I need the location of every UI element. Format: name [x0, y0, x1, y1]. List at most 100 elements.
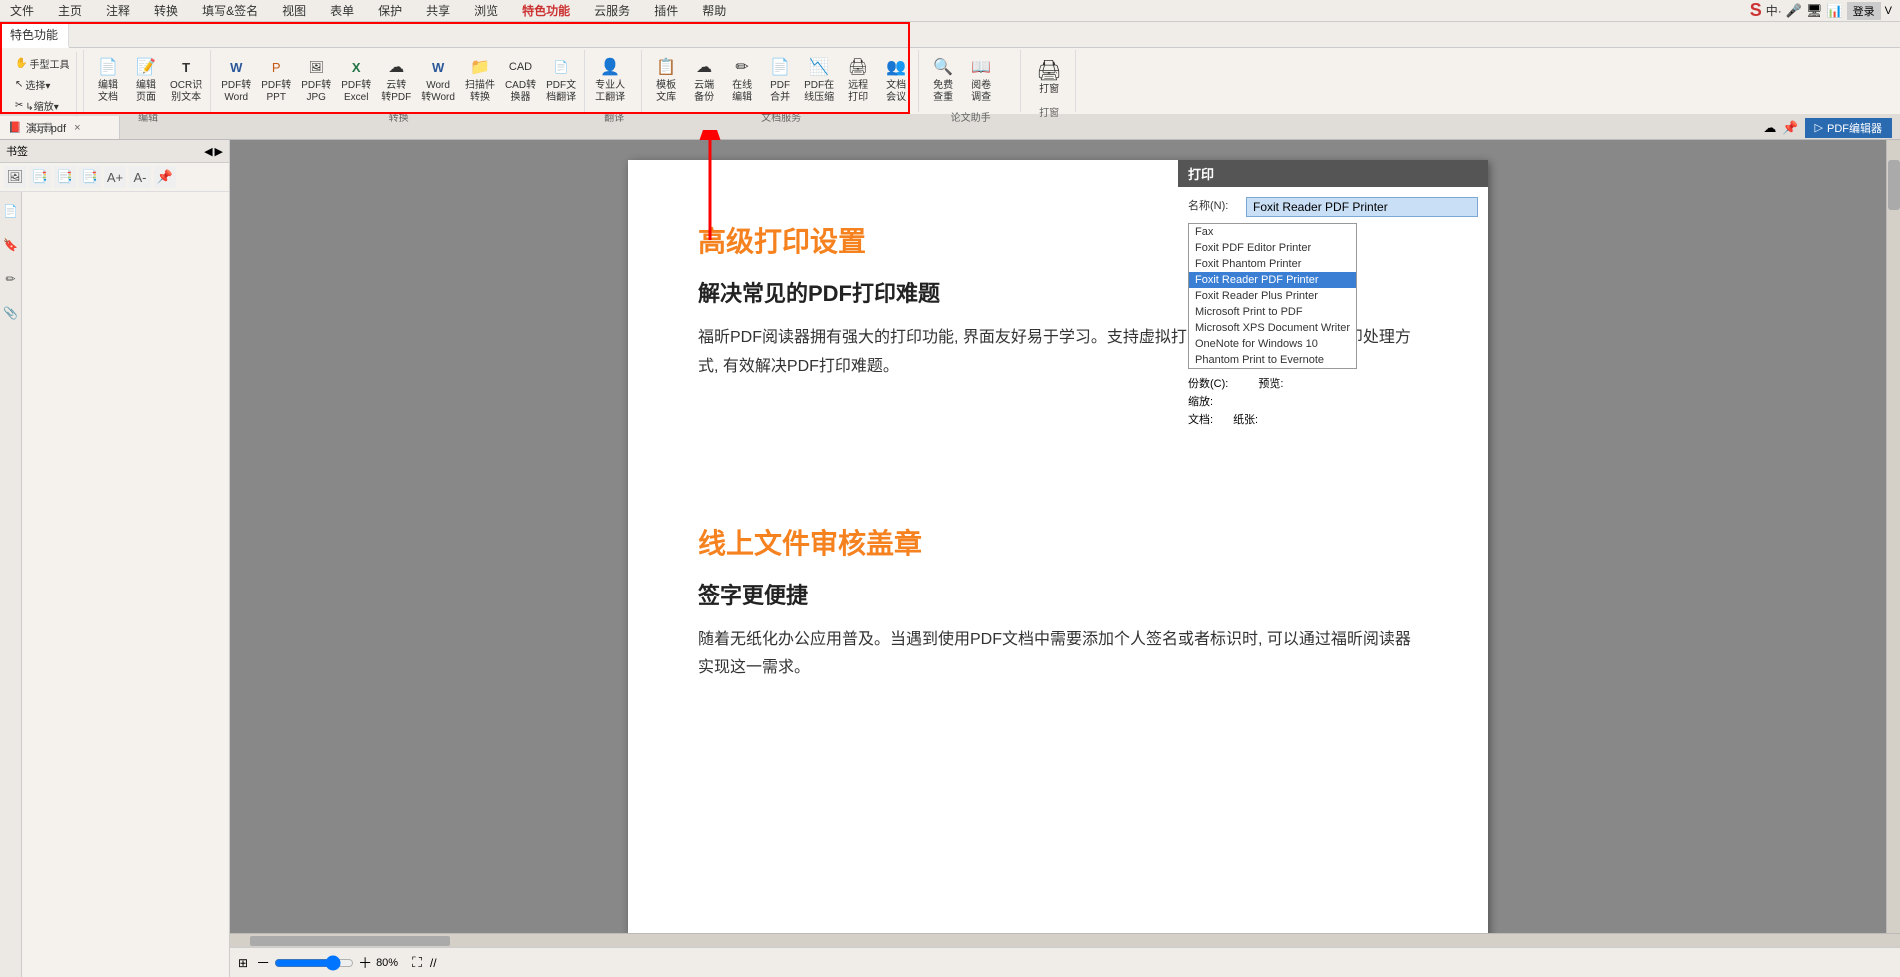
printer-item-onenote[interactable]: OneNote for Windows 10 — [1189, 336, 1356, 352]
sidebar-image-tool[interactable]: 🖼 — [4, 166, 26, 188]
chart-icon: 📊 — [1826, 3, 1842, 19]
doc-meeting-btn[interactable]: 👥 文档会议 — [878, 52, 914, 107]
sidebar-icon-bookmark[interactable]: 🔖 — [2, 230, 20, 260]
word-to-word-btn[interactable]: W Word转Word — [417, 52, 459, 107]
cloud-convert-btn[interactable]: ☁ 云转转PDF — [377, 52, 415, 107]
ocr-btn[interactable]: T OCR识别文本 — [166, 52, 206, 107]
zoom-plus-btn[interactable]: ＋ — [358, 953, 372, 973]
menu-item-help[interactable]: 帮助 — [696, 0, 732, 21]
menu-item-view[interactable]: 视图 — [276, 0, 312, 21]
pdf-editor-btn[interactable]: ▷ PDF编辑器 — [1805, 118, 1892, 138]
pdf-compress-btn[interactable]: 📉 PDF在线压缩 — [800, 52, 838, 107]
pdf-compress-label: PDF在线压缩 — [804, 80, 834, 104]
printer-item-foxit-plus[interactable]: Foxit Reader Plus Printer — [1189, 288, 1356, 304]
doc-meeting-icon: 👥 — [884, 55, 908, 79]
printer-item-foxit-reader[interactable]: Foxit Reader PDF Printer — [1189, 272, 1356, 288]
select-tool-btn[interactable]: ↖ 选择▾ — [12, 75, 72, 94]
print-zoom-label: 缩放: — [1188, 396, 1213, 408]
pro-translate-btn[interactable]: 👤 专业人工翻译 — [591, 52, 629, 107]
menu-item-share[interactable]: 共享 — [420, 0, 456, 21]
menu-item-sign[interactable]: 填写&签名 — [196, 0, 264, 21]
printer-item-phantom-evernote[interactable]: Phantom Print to Evernote — [1189, 352, 1356, 368]
pdf-to-ppt-btn[interactable]: P PDF转PPT — [257, 52, 295, 107]
pdf-to-jpg-btn[interactable]: 🖼 PDF转JPG — [297, 52, 335, 107]
menu-item-browse[interactable]: 浏览 — [468, 0, 504, 21]
edit-btn[interactable]: ✂ ↳缩放▾ — [12, 96, 72, 115]
sidebar-page-tool[interactable]: 📑 — [29, 166, 51, 188]
menu-item-convert[interactable]: 转换 — [148, 0, 184, 21]
menu-item-home[interactable]: 主页 — [52, 0, 88, 21]
sidebar-icon-attach[interactable]: 📎 — [2, 298, 20, 328]
pdf-to-word-btn[interactable]: W PDF转Word — [217, 52, 255, 107]
menu-item-form[interactable]: 表单 — [324, 0, 360, 21]
sidebar-page-tool3[interactable]: 📑 — [79, 166, 101, 188]
v-scrollbar-thumb[interactable] — [1888, 160, 1900, 210]
hand-tool-btn[interactable]: ✋ 手型工具 — [12, 54, 72, 73]
fullscreen-btn[interactable]: ⛶ — [412, 954, 422, 971]
pdf-to-excel-btn[interactable]: X PDF转Excel — [337, 52, 375, 107]
sidebar-font-larger[interactable]: A+ — [104, 166, 126, 188]
zoom-minus-btn[interactable]: － — [256, 953, 270, 973]
menu-item-cloud[interactable]: 云服务 — [588, 0, 636, 21]
print-btn-label: 打窗 — [1039, 84, 1059, 96]
sidebar-next-btn[interactable]: ▶ — [215, 145, 223, 158]
online-edit-btn[interactable]: ✏ 在线编辑 — [724, 52, 760, 107]
zoom-slider[interactable] — [274, 955, 354, 971]
tool-group-label: 工具 — [8, 119, 79, 134]
remote-print-btn[interactable]: 🖨 远程打印 — [840, 52, 876, 107]
section2-body: 随着无纸化办公应用普及。当遇到使用PDF文档中需要添加个人签名或者标识时, 可以… — [698, 626, 1418, 684]
pdf-merge-btn[interactable]: 📄 PDF合并 — [762, 52, 798, 107]
h-scrollbar-thumb[interactable] — [250, 936, 450, 946]
cad-convert-btn[interactable]: CAD CAD转换器 — [501, 52, 540, 107]
zoom-icon-collapse[interactable]: ⊞ — [238, 956, 248, 970]
edit-page-btn[interactable]: 📝 编辑页面 — [128, 52, 164, 107]
ribbon-tab-special[interactable]: 特色功能 — [0, 22, 69, 48]
menu-item-file[interactable]: 文件 — [4, 0, 40, 21]
menu-bar: 文件 主页 注释 转换 填写&签名 视图 表单 保护 共享 浏览 特色功能 云服… — [0, 0, 1900, 22]
printer-item-ms-pdf[interactable]: Microsoft Print to PDF — [1189, 304, 1356, 320]
printer-item-foxit-phantom[interactable]: Foxit Phantom Printer — [1189, 256, 1356, 272]
print-btn[interactable]: 🖨 打窗 — [1027, 52, 1071, 102]
template-btn[interactable]: 📋 模板文库 — [648, 52, 684, 107]
sidebar-page-tool2[interactable]: 📑 — [54, 166, 76, 188]
menu-item-plugin[interactable]: 插件 — [648, 0, 684, 21]
view-mode-btn[interactable]: // — [430, 956, 437, 970]
print-name-input[interactable]: Foxit Reader PDF Printer — [1246, 197, 1478, 217]
menu-item-special[interactable]: 特色功能 — [516, 0, 576, 21]
docservice-label: 文档服务 — [648, 109, 914, 124]
sidebar-pin[interactable]: 📌 — [154, 166, 176, 188]
scan-convert-btn[interactable]: 📁 扫描件转换 — [461, 52, 499, 107]
v-scrollbar[interactable] — [1886, 140, 1900, 933]
h-scrollbar[interactable] — [230, 933, 1900, 947]
plagiarism-check-btn[interactable]: 🔍 免费查重 — [925, 52, 961, 107]
edit-doc-label: 编辑文档 — [98, 80, 118, 104]
template-label: 模板文库 — [656, 80, 676, 104]
sidebar-icon-doc[interactable]: 📄 — [2, 196, 20, 226]
sidebar-font-smaller[interactable]: A- — [129, 166, 151, 188]
doc-meeting-label: 文档会议 — [886, 80, 906, 104]
printer-item-foxit-editor[interactable]: Foxit PDF Editor Printer — [1189, 240, 1356, 256]
menu-item-annotation[interactable]: 注释 — [100, 0, 136, 21]
survey-btn[interactable]: 📖 阅卷调查 — [963, 52, 999, 107]
login-btn[interactable]: 登录 — [1847, 2, 1881, 20]
section2-subtitle: 签字更便捷 — [698, 578, 1418, 610]
pin-icon[interactable]: 📌 — [1782, 120, 1798, 136]
pro-translate-items: 👤 专业人工翻译 — [591, 52, 637, 107]
pdf-translate-btn[interactable]: 📄 PDF文档翻译 — [542, 52, 580, 107]
menu-item-protect[interactable]: 保护 — [372, 0, 408, 21]
edit-doc-btn[interactable]: 📄 编辑文档 — [90, 52, 126, 107]
sidebar-prev-btn[interactable]: ◀ — [204, 145, 212, 158]
content-area[interactable]: 高级打印设置 解决常见的PDF打印难题 福昕PDF阅读器拥有强大的打印功能, 界… — [230, 140, 1886, 933]
word-word-icon: W — [426, 55, 450, 79]
cad-label: CAD转换器 — [505, 80, 536, 104]
thesis-label: 论文助手 — [925, 109, 1016, 124]
printer-item-ms-xps[interactable]: Microsoft XPS Document Writer — [1189, 320, 1356, 336]
cloud-sync-icon[interactable]: ☁ — [1763, 120, 1776, 136]
sidebar-icon-pen[interactable]: ✏ — [2, 264, 20, 294]
edit-page-label: 编辑页面 — [136, 80, 156, 104]
print-paper-label: 纸张: — [1233, 411, 1258, 427]
cloud-backup-btn[interactable]: ☁ 云端备份 — [686, 52, 722, 107]
printer-item-fax[interactable]: Fax — [1189, 224, 1356, 240]
print-dialog-title: 打印 — [1178, 160, 1488, 187]
pdf-jpg-icon: 🖼 — [304, 55, 328, 79]
